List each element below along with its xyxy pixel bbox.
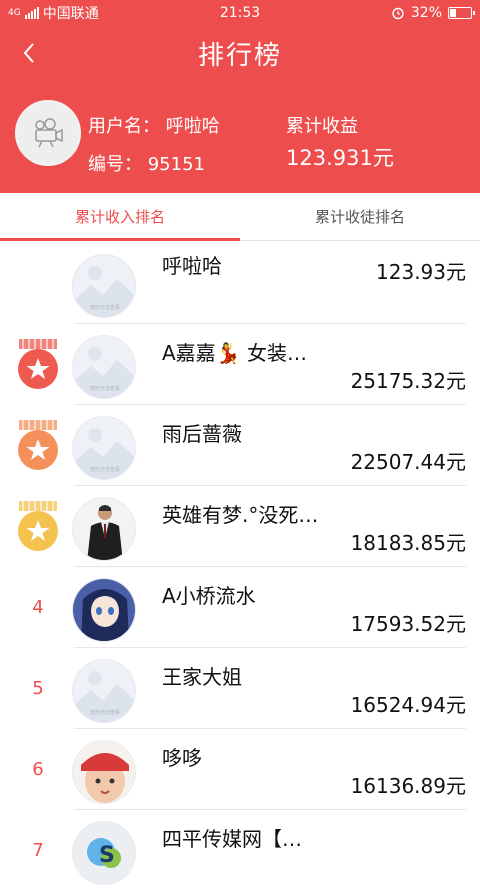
svg-text:暂时无法查看: 暂时无法查看 [90, 466, 120, 473]
list-item[interactable]: 暂时无法查看 雨后蔷薇 22507.44元 [0, 404, 480, 486]
placeholder-image-icon: 暂时无法查看 [73, 336, 135, 398]
tab-bar: 累计收入排名 累计收徒排名 [0, 193, 480, 241]
chevron-left-icon [23, 43, 34, 63]
user-id-label: 编号： [88, 154, 142, 175]
income-amount: 123.93元 [376, 260, 466, 284]
gold-medal-icon [14, 337, 62, 391]
username-label: 用户名： [88, 116, 160, 137]
placeholder-image-icon: 暂时无法查看 [73, 417, 135, 479]
user-name: A嘉嘉💃 女装… [162, 341, 307, 365]
list-item[interactable]: 7 S 四平传媒网【… [0, 809, 480, 891]
username-line: 用户名： 呼啦哈 [88, 112, 220, 138]
avatar [72, 740, 136, 804]
tab-apprentice-ranking[interactable]: 累计收徒排名 [240, 193, 480, 240]
list-item[interactable]: 6 哆哆 16136.89元 [0, 728, 480, 810]
avatar: 暂时无法查看 [72, 416, 136, 480]
avatar: 暂时无法查看 [72, 335, 136, 399]
avatar [72, 578, 136, 642]
svg-text:暂时无法查看: 暂时无法查看 [90, 709, 120, 716]
svg-text:暂时无法查看: 暂时无法查看 [90, 304, 120, 311]
user-name: 王家大姐 [162, 665, 242, 689]
rank-number: 6 [32, 758, 44, 780]
anime-girl-photo [73, 579, 135, 641]
title-bar: 排行榜 [0, 26, 480, 80]
battery-percent: 32% [410, 5, 442, 21]
user-name: 雨后蔷薇 [162, 422, 242, 446]
rank-number [14, 256, 62, 310]
avatar: S [72, 821, 136, 885]
svg-text:暂时无法查看: 暂时无法查看 [90, 385, 120, 392]
placeholder-image-icon: 暂时无法查看 [73, 255, 135, 317]
income-amount: 16136.89元 [350, 774, 466, 798]
battery-icon [448, 7, 475, 19]
suit-man-photo [73, 498, 135, 560]
list-item[interactable]: 5 暂时无法查看 王家大姐 16524.94元 [0, 647, 480, 729]
income-amount: 16524.94元 [350, 693, 466, 717]
silver-medal-icon [14, 418, 62, 472]
user-name: 哆哆 [162, 746, 202, 770]
avatar: 暂时无法查看 [72, 254, 136, 318]
placeholder-image-icon: 暂时无法查看 [73, 660, 135, 722]
user-name: 英雄有梦.°没死… [162, 503, 319, 527]
income-amount: 25175.32元 [350, 369, 466, 393]
list-item[interactable]: 暂时无法查看 呼啦哈 123.93元 [0, 242, 480, 324]
baby-photo [73, 741, 135, 803]
bronze-medal-icon [14, 499, 62, 553]
back-button[interactable] [14, 36, 44, 70]
earnings-label: 累计收益 [286, 116, 358, 137]
income-amount: 17593.52元 [350, 612, 466, 636]
tab-income-ranking[interactable]: 累计收入排名 [0, 193, 240, 241]
rank-number: 5 [32, 677, 44, 699]
alarm-icon [392, 7, 404, 20]
user-name: A小桥流水 [162, 584, 256, 608]
user-avatar[interactable] [15, 100, 81, 166]
logo-photo: S [73, 822, 135, 884]
avatar: 暂时无法查看 [72, 659, 136, 723]
list-item[interactable]: 4 A小桥流水 17593.52元 [0, 566, 480, 648]
header: 4G 中国联通 21:53 32% 排行榜 用户名： 呼啦哈 编号： 95151… [0, 0, 480, 193]
earnings-value: 123.931元 [286, 146, 394, 170]
user-name: 呼啦哈 [162, 254, 222, 278]
svg-text:S: S [99, 843, 115, 868]
user-id-value: 95151 [147, 154, 205, 175]
video-camera-icon [35, 118, 63, 148]
income-amount: 18183.85元 [350, 531, 466, 555]
rank-number: 7 [32, 839, 44, 861]
status-bar: 4G 中国联通 21:53 32% [0, 0, 480, 26]
avatar [72, 497, 136, 561]
list-item[interactable]: 暂时无法查看 A嘉嘉💃 女装… 25175.32元 [0, 323, 480, 405]
user-name: 四平传媒网【… [162, 827, 302, 851]
rank-number: 4 [32, 596, 44, 618]
income-amount: 22507.44元 [350, 450, 466, 474]
user-id-line: 编号： 95151 [88, 150, 205, 176]
username-value: 呼啦哈 [165, 116, 220, 137]
page-title: 排行榜 [197, 40, 282, 71]
list-item[interactable]: 英雄有梦.°没死… 18183.85元 [0, 485, 480, 567]
